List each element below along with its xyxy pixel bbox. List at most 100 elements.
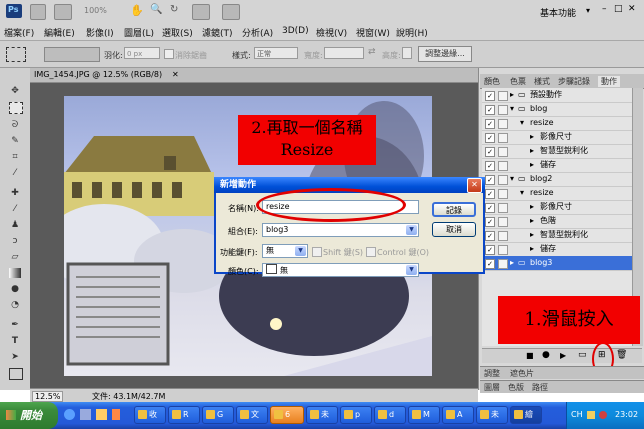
- screen-mode-icon[interactable]: [222, 4, 240, 20]
- taskbar-item[interactable]: d: [374, 406, 406, 424]
- checkmark-icon[interactable]: ✓: [485, 175, 495, 185]
- chevron-down-icon[interactable]: ▼: [406, 225, 417, 235]
- tab-color[interactable]: 顏色: [484, 76, 500, 87]
- action-row[interactable]: ✓ ▸ 色階: [482, 214, 632, 229]
- explorer-icon[interactable]: [96, 409, 107, 420]
- dialog-toggle-icon[interactable]: [498, 245, 508, 255]
- move-tool-icon[interactable]: ✥: [9, 86, 21, 96]
- checkmark-icon[interactable]: ✓: [485, 259, 495, 269]
- document-close-icon[interactable]: ✕: [172, 70, 179, 79]
- menu-3d[interactable]: 3D(D): [282, 26, 309, 36]
- dialog-toggle-icon[interactable]: [498, 105, 508, 115]
- menu-file[interactable]: 檔案(F): [4, 26, 34, 39]
- function-key-select[interactable]: 無 ▼: [262, 244, 308, 258]
- cancel-button[interactable]: 取消: [432, 222, 476, 237]
- feather-input[interactable]: 0 px: [124, 47, 160, 59]
- taskbar-item[interactable]: 文: [236, 406, 268, 424]
- menu-select[interactable]: 選取(S): [162, 26, 193, 39]
- dialog-toggle-icon[interactable]: [498, 91, 508, 101]
- tab-channels[interactable]: 色版: [508, 382, 524, 393]
- refine-edge-button[interactable]: 調整邊緣...: [418, 46, 472, 62]
- arrange-documents-icon[interactable]: [192, 4, 210, 20]
- close-icon[interactable]: ✕: [628, 4, 636, 14]
- checkmark-icon[interactable]: ✓: [485, 217, 495, 227]
- taskbar-item[interactable]: M: [408, 406, 440, 424]
- dialog-toggle-icon[interactable]: [498, 189, 508, 199]
- expand-arrow-icon[interactable]: ▸: [510, 256, 514, 270]
- action-row[interactable]: ✓ ▸ 影像尺寸: [482, 130, 632, 145]
- action-row[interactable]: ✓ ▸ 儲存: [482, 242, 632, 257]
- action-row[interactable]: ✓ ▾ ▭ blog2: [482, 172, 632, 187]
- pen-tool-icon[interactable]: ✒: [9, 320, 21, 330]
- tab-swatches[interactable]: 色票: [510, 76, 526, 87]
- shape-tool-icon[interactable]: [9, 368, 23, 380]
- eraser-tool-icon[interactable]: ▱: [9, 252, 21, 262]
- dialog-toggle-icon[interactable]: [498, 217, 508, 227]
- menu-analysis[interactable]: 分析(A): [242, 26, 273, 39]
- dialog-toggle-icon[interactable]: [498, 133, 508, 143]
- play-icon[interactable]: ▶: [560, 351, 566, 360]
- lasso-tool-icon[interactable]: ᘐ: [9, 120, 21, 130]
- set-select[interactable]: blog3 ▼: [262, 223, 419, 237]
- taskbar-item[interactable]: G: [202, 406, 234, 424]
- chevron-down-icon[interactable]: ▼: [406, 265, 417, 275]
- taskbar-item[interactable]: 繪: [510, 406, 542, 424]
- delete-icon[interactable]: 🗑: [616, 350, 627, 360]
- record-icon[interactable]: ●: [542, 350, 550, 360]
- rotate-view-icon[interactable]: ↻: [170, 4, 182, 18]
- checkmark-icon[interactable]: ✓: [485, 119, 495, 129]
- menu-help[interactable]: 說明(H): [396, 26, 428, 39]
- tab-paths[interactable]: 路徑: [532, 382, 548, 393]
- style-select[interactable]: 正常: [254, 47, 298, 59]
- tray-icon[interactable]: [599, 411, 607, 419]
- control-checkbox[interactable]: [366, 247, 376, 257]
- width-input[interactable]: [324, 47, 364, 59]
- workspace-switcher[interactable]: 基本功能: [540, 6, 576, 19]
- expand-arrow-icon[interactable]: ▸: [530, 130, 534, 144]
- status-zoom[interactable]: 12.5%: [32, 391, 64, 402]
- stop-icon[interactable]: ■: [526, 351, 534, 360]
- action-row[interactable]: ✓ ▸ 影像尺寸: [482, 200, 632, 215]
- checkmark-icon[interactable]: ✓: [485, 245, 495, 255]
- menu-edit[interactable]: 編輯(E): [44, 26, 75, 39]
- antialias-checkbox[interactable]: [164, 49, 174, 59]
- expand-arrow-icon[interactable]: ▸: [530, 144, 534, 158]
- expand-arrow-icon[interactable]: ▾: [510, 102, 514, 116]
- quick-selection-tool-icon[interactable]: ✎: [9, 136, 21, 146]
- dialog-toggle-icon[interactable]: [498, 119, 508, 129]
- marquee-tool-preset-icon[interactable]: [6, 47, 26, 62]
- shift-checkbox[interactable]: [312, 247, 322, 257]
- expand-arrow-icon[interactable]: ▾: [520, 186, 524, 200]
- checkmark-icon[interactable]: ✓: [485, 231, 495, 241]
- crop-tool-icon[interactable]: ⌗: [9, 152, 21, 162]
- gradient-tool-icon[interactable]: [9, 268, 21, 278]
- expand-arrow-icon[interactable]: ▸: [510, 88, 514, 102]
- height-input[interactable]: [402, 47, 412, 59]
- minimize-icon[interactable]: –: [602, 4, 607, 14]
- action-row[interactable]: ✓ ▾ resize: [482, 186, 632, 201]
- start-button[interactable]: 開始: [0, 402, 58, 429]
- record-button[interactable]: 記錄: [432, 202, 476, 217]
- tab-styles[interactable]: 樣式: [534, 76, 550, 87]
- action-row[interactable]: ✓ ▾ ▭ blog: [482, 102, 632, 117]
- selection-mode-icons[interactable]: [44, 47, 100, 62]
- checkmark-icon[interactable]: ✓: [485, 161, 495, 171]
- tab-actions[interactable]: 動作: [598, 76, 620, 87]
- healing-brush-tool-icon[interactable]: ✚: [9, 188, 21, 198]
- expand-arrow-icon[interactable]: ▸: [530, 242, 534, 256]
- bridge-icon[interactable]: [30, 4, 46, 20]
- menu-layer[interactable]: 圖層(L): [124, 26, 154, 39]
- expand-arrow-icon[interactable]: ▸: [530, 214, 534, 228]
- action-row-selected[interactable]: ✓ ▸ ▭ blog3: [482, 256, 632, 271]
- menu-window[interactable]: 視窗(W): [356, 26, 390, 39]
- restore-icon[interactable]: □: [614, 4, 623, 14]
- checkmark-icon[interactable]: ✓: [485, 133, 495, 143]
- dialog-close-icon[interactable]: ✕: [467, 178, 482, 193]
- taskbar-item[interactable]: R: [168, 406, 200, 424]
- path-selection-tool-icon[interactable]: ➤: [9, 352, 21, 362]
- brush-tool-icon[interactable]: ⁄: [9, 204, 21, 214]
- swap-icon[interactable]: ⇄: [368, 47, 376, 57]
- taskbar-item[interactable]: p: [340, 406, 372, 424]
- checkmark-icon[interactable]: ✓: [485, 189, 495, 199]
- action-row[interactable]: ✓ ▸ 儲存: [482, 158, 632, 173]
